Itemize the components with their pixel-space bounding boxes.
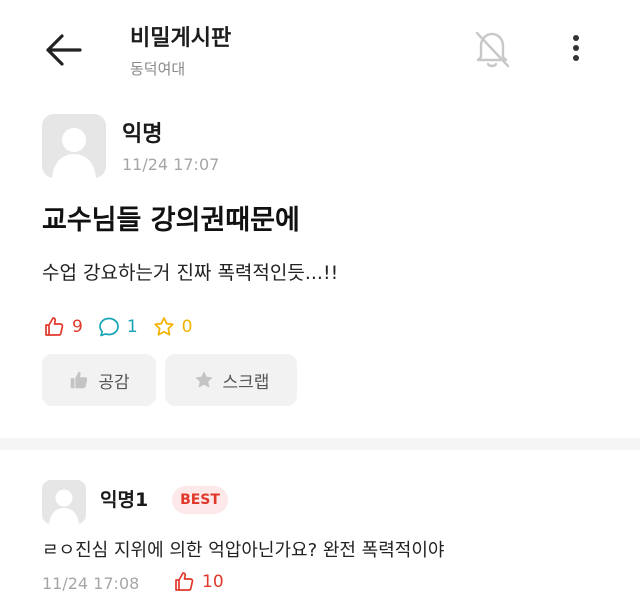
- comment-author: 익명1: [100, 489, 149, 511]
- star-filled-icon: [194, 371, 213, 388]
- comment-count: 1: [126, 317, 138, 337]
- comment-timestamp: 11/24 17:08: [42, 574, 140, 593]
- board-title: 비밀게시판: [130, 26, 232, 51]
- comment-avatar: [42, 480, 86, 524]
- comment-icon: [98, 317, 119, 337]
- like-stat: 9: [42, 315, 83, 339]
- comment-like-button[interactable]: 10: [172, 570, 224, 594]
- scrap-stat: 0: [152, 315, 193, 339]
- bell-off-icon: [475, 31, 510, 68]
- author-avatar: [42, 114, 106, 178]
- board-subtitle: 동덕여대: [130, 60, 186, 78]
- thumbs-up-icon: [45, 317, 64, 336]
- thumbs-up-filled-icon: [71, 371, 88, 389]
- arrow-left-icon: [46, 34, 82, 66]
- comment-stat: 1: [97, 315, 138, 339]
- back-button[interactable]: [40, 30, 88, 70]
- like-count: 9: [72, 317, 83, 337]
- notification-toggle-button[interactable]: [468, 24, 516, 72]
- post-author: 익명: [122, 122, 163, 147]
- star-icon: [154, 317, 174, 336]
- post-stats: 9 1 0: [42, 314, 206, 340]
- post-timestamp: 11/24 17:07: [122, 155, 220, 174]
- more-options-button[interactable]: [562, 28, 590, 68]
- comment-body: ㄹㅇ진심 지위에 의한 억압아닌가요? 완전 폭력적이야: [42, 540, 445, 561]
- best-badge: BEST: [172, 486, 228, 514]
- like-button[interactable]: 공감: [42, 354, 156, 406]
- comment-like-count: 10: [202, 572, 224, 592]
- default-avatar-icon: [52, 128, 96, 178]
- more-vertical-icon: [573, 35, 579, 61]
- like-button-label: 공감: [98, 372, 130, 393]
- post-title: 교수님들 강의권때문에: [42, 205, 300, 236]
- section-divider: [0, 438, 640, 450]
- scrap-button[interactable]: 스크랩: [165, 354, 297, 406]
- scrap-button-label: 스크랩: [222, 372, 270, 393]
- post-body: 수업 강요하는거 진짜 폭력적인듯...!!: [42, 262, 339, 284]
- default-avatar-icon: [49, 489, 79, 524]
- thumbs-up-icon: [175, 572, 194, 591]
- scrap-count: 0: [181, 317, 193, 337]
